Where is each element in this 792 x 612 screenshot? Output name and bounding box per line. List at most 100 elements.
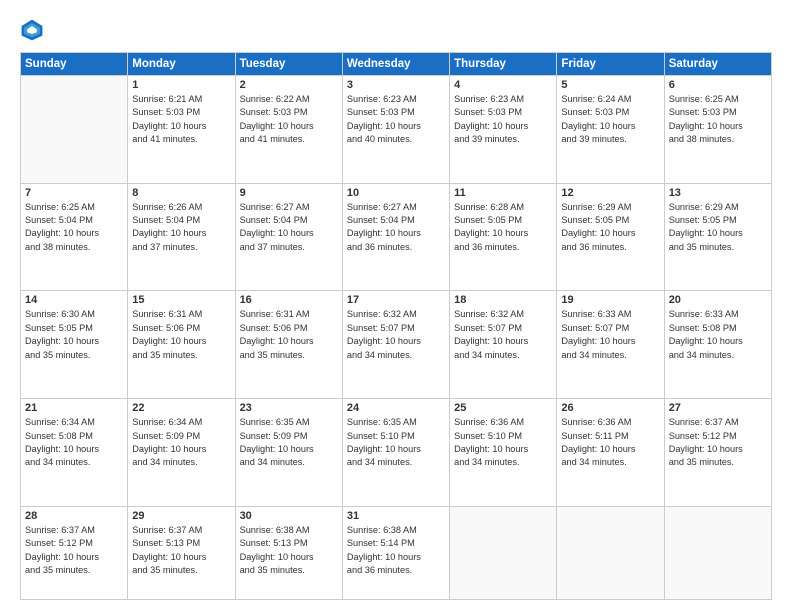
day-cell: [450, 506, 557, 599]
header: [20, 18, 772, 42]
weekday-thursday: Thursday: [450, 53, 557, 76]
weekday-header-row: SundayMondayTuesdayWednesdayThursdayFrid…: [21, 53, 772, 76]
day-cell: 28 Sunrise: 6:37 AM Sunset: 5:12 PM Dayli…: [21, 506, 128, 599]
day-number: 10: [347, 187, 445, 199]
day-number: 25: [454, 402, 552, 414]
day-cell: 25Sunrise: 6:36 AM Sunset: 5:10 PM Dayli…: [450, 399, 557, 507]
day-cell: [21, 76, 128, 184]
day-info: Sunrise: 6:36 AM Sunset: 5:11 PM Dayligh…: [561, 416, 659, 469]
day-cell: 23 Sunrise: 6:35 AM Sunset: 5:09 PM Dayli…: [235, 399, 342, 507]
day-cell: [557, 506, 664, 599]
day-cell: 2 Sunrise: 6:22 AM Sunset: 5:03 PM Daylig…: [235, 76, 342, 184]
day-number: 1: [132, 79, 230, 91]
day-info: Sunrise: 6:27 AM Sunset: 5:04 PM Dayligh…: [347, 201, 445, 254]
day-number: 6: [669, 79, 767, 91]
day-info: Sunrise: 6:35 AM Sunset: 5:09 PM Dayligh…: [240, 416, 338, 469]
logo-icon: [20, 18, 44, 42]
day-info: Sunrise: 6:25 AM Sunset: 5:04 PM Dayligh…: [25, 201, 123, 254]
day-cell: 20 Sunrise: 6:33 AM Sunset: 5:08 PM Dayli…: [664, 291, 771, 399]
page: SundayMondayTuesdayWednesdayThursdayFrid…: [0, 0, 792, 612]
day-number: 20: [669, 294, 767, 306]
day-cell: 30 Sunrise: 6:38 AM Sunset: 5:13 PM Dayli…: [235, 506, 342, 599]
day-cell: 22 Sunrise: 6:34 AM Sunset: 5:09 PM Dayli…: [128, 399, 235, 507]
week-row-3: 14 Sunrise: 6:30 AM Sunset: 5:05 PM Dayli…: [21, 291, 772, 399]
day-cell: 3 Sunrise: 6:23 AM Sunset: 5:03 PM Daylig…: [342, 76, 449, 184]
day-info: Sunrise: 6:27 AM Sunset: 5:04 PM Dayligh…: [240, 201, 338, 254]
day-cell: 21Sunrise: 6:34 AM Sunset: 5:08 PM Dayli…: [21, 399, 128, 507]
day-number: 15: [132, 294, 230, 306]
day-info: Sunrise: 6:22 AM Sunset: 5:03 PM Dayligh…: [240, 93, 338, 146]
day-number: 13: [669, 187, 767, 199]
week-row-4: 21Sunrise: 6:34 AM Sunset: 5:08 PM Dayli…: [21, 399, 772, 507]
day-cell: 31 Sunrise: 6:38 AM Sunset: 5:14 PM Dayli…: [342, 506, 449, 599]
weekday-wednesday: Wednesday: [342, 53, 449, 76]
day-cell: 24 Sunrise: 6:35 AM Sunset: 5:10 PM Dayli…: [342, 399, 449, 507]
day-number: 2: [240, 79, 338, 91]
day-number: 30: [240, 510, 338, 522]
day-number: 23: [240, 402, 338, 414]
day-number: 28: [25, 510, 123, 522]
day-info: Sunrise: 6:37 AM Sunset: 5:13 PM Dayligh…: [132, 524, 230, 577]
day-cell: 17Sunrise: 6:32 AM Sunset: 5:07 PM Dayli…: [342, 291, 449, 399]
day-info: Sunrise: 6:29 AM Sunset: 5:05 PM Dayligh…: [669, 201, 767, 254]
week-row-2: 7Sunrise: 6:25 AM Sunset: 5:04 PM Daylig…: [21, 183, 772, 291]
day-cell: 18Sunrise: 6:32 AM Sunset: 5:07 PM Dayli…: [450, 291, 557, 399]
day-number: 22: [132, 402, 230, 414]
day-number: 27: [669, 402, 767, 414]
day-info: Sunrise: 6:34 AM Sunset: 5:08 PM Dayligh…: [25, 416, 123, 469]
week-row-5: 28 Sunrise: 6:37 AM Sunset: 5:12 PM Dayli…: [21, 506, 772, 599]
day-info: Sunrise: 6:38 AM Sunset: 5:14 PM Dayligh…: [347, 524, 445, 577]
day-info: Sunrise: 6:31 AM Sunset: 5:06 PM Dayligh…: [240, 308, 338, 361]
day-number: 11: [454, 187, 552, 199]
day-number: 12: [561, 187, 659, 199]
day-info: Sunrise: 6:23 AM Sunset: 5:03 PM Dayligh…: [454, 93, 552, 146]
day-cell: 10 Sunrise: 6:27 AM Sunset: 5:04 PM Dayli…: [342, 183, 449, 291]
day-number: 3: [347, 79, 445, 91]
day-info: Sunrise: 6:32 AM Sunset: 5:07 PM Dayligh…: [454, 308, 552, 361]
day-number: 8: [132, 187, 230, 199]
day-number: 31: [347, 510, 445, 522]
day-info: Sunrise: 6:26 AM Sunset: 5:04 PM Dayligh…: [132, 201, 230, 254]
day-info: Sunrise: 6:24 AM Sunset: 5:03 PM Dayligh…: [561, 93, 659, 146]
day-info: Sunrise: 6:34 AM Sunset: 5:09 PM Dayligh…: [132, 416, 230, 469]
weekday-monday: Monday: [128, 53, 235, 76]
day-info: Sunrise: 6:33 AM Sunset: 5:08 PM Dayligh…: [669, 308, 767, 361]
day-info: Sunrise: 6:31 AM Sunset: 5:06 PM Dayligh…: [132, 308, 230, 361]
day-info: Sunrise: 6:37 AM Sunset: 5:12 PM Dayligh…: [669, 416, 767, 469]
day-number: 9: [240, 187, 338, 199]
day-info: Sunrise: 6:38 AM Sunset: 5:13 PM Dayligh…: [240, 524, 338, 577]
day-number: 16: [240, 294, 338, 306]
day-cell: 16 Sunrise: 6:31 AM Sunset: 5:06 PM Dayli…: [235, 291, 342, 399]
day-info: Sunrise: 6:29 AM Sunset: 5:05 PM Dayligh…: [561, 201, 659, 254]
day-cell: 4 Sunrise: 6:23 AM Sunset: 5:03 PM Daylig…: [450, 76, 557, 184]
day-cell: 11 Sunrise: 6:28 AM Sunset: 5:05 PM Dayli…: [450, 183, 557, 291]
day-cell: 6 Sunrise: 6:25 AM Sunset: 5:03 PM Daylig…: [664, 76, 771, 184]
weekday-friday: Friday: [557, 53, 664, 76]
day-cell: 7Sunrise: 6:25 AM Sunset: 5:04 PM Daylig…: [21, 183, 128, 291]
week-row-1: 1Sunrise: 6:21 AM Sunset: 5:03 PM Daylig…: [21, 76, 772, 184]
day-cell: 19Sunrise: 6:33 AM Sunset: 5:07 PM Dayli…: [557, 291, 664, 399]
day-number: 26: [561, 402, 659, 414]
day-cell: 29 Sunrise: 6:37 AM Sunset: 5:13 PM Dayli…: [128, 506, 235, 599]
day-info: Sunrise: 6:25 AM Sunset: 5:03 PM Dayligh…: [669, 93, 767, 146]
day-info: Sunrise: 6:32 AM Sunset: 5:07 PM Dayligh…: [347, 308, 445, 361]
day-info: Sunrise: 6:28 AM Sunset: 5:05 PM Dayligh…: [454, 201, 552, 254]
day-info: Sunrise: 6:30 AM Sunset: 5:05 PM Dayligh…: [25, 308, 123, 361]
day-info: Sunrise: 6:23 AM Sunset: 5:03 PM Dayligh…: [347, 93, 445, 146]
day-number: 5: [561, 79, 659, 91]
day-number: 29: [132, 510, 230, 522]
day-cell: 5 Sunrise: 6:24 AM Sunset: 5:03 PM Daylig…: [557, 76, 664, 184]
day-cell: 8 Sunrise: 6:26 AM Sunset: 5:04 PM Daylig…: [128, 183, 235, 291]
weekday-saturday: Saturday: [664, 53, 771, 76]
day-number: 4: [454, 79, 552, 91]
day-cell: 9 Sunrise: 6:27 AM Sunset: 5:04 PM Daylig…: [235, 183, 342, 291]
day-cell: 1Sunrise: 6:21 AM Sunset: 5:03 PM Daylig…: [128, 76, 235, 184]
day-cell: 15 Sunrise: 6:31 AM Sunset: 5:06 PM Dayli…: [128, 291, 235, 399]
day-number: 24: [347, 402, 445, 414]
calendar: SundayMondayTuesdayWednesdayThursdayFrid…: [20, 52, 772, 600]
day-cell: 26 Sunrise: 6:36 AM Sunset: 5:11 PM Dayli…: [557, 399, 664, 507]
day-cell: [664, 506, 771, 599]
day-info: Sunrise: 6:37 AM Sunset: 5:12 PM Dayligh…: [25, 524, 123, 577]
day-info: Sunrise: 6:35 AM Sunset: 5:10 PM Dayligh…: [347, 416, 445, 469]
day-number: 14: [25, 294, 123, 306]
